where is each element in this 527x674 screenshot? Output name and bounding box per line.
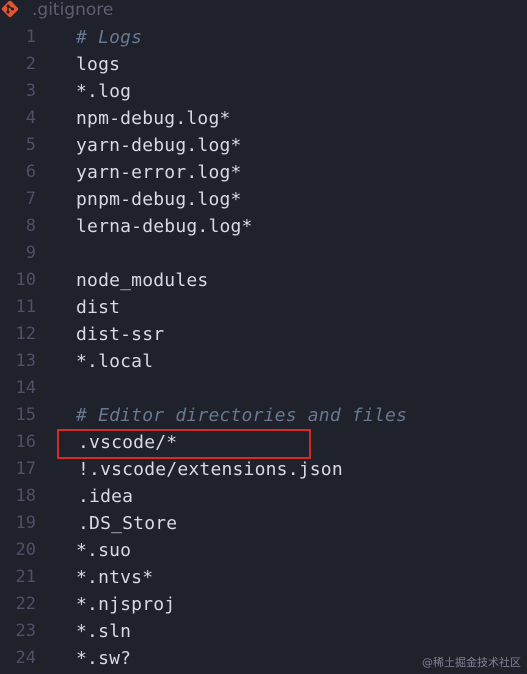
- code-line[interactable]: 3 *.log: [0, 78, 527, 105]
- git-icon: [1, 0, 19, 18]
- code-text: yarn-debug.log*: [76, 135, 242, 156]
- code-text: !.vscode/extensions.json: [78, 459, 343, 480]
- code-line[interactable]: 21 *.ntvs*: [0, 564, 527, 591]
- line-number: 5: [25, 135, 36, 155]
- code-line[interactable]: 10 node_modules: [0, 267, 527, 294]
- code-area[interactable]: 1 # Logs 2 logs 3 *.log 4 npm-debug.log* 5 yarn-d…: [0, 24, 527, 672]
- line-number: 11: [15, 297, 36, 317]
- filename-label[interactable]: .gitignore: [32, 0, 113, 20]
- line-number: 9: [25, 243, 36, 263]
- code-line[interactable]: 1 # Logs: [0, 24, 527, 51]
- file-header: .gitignore: [0, 0, 527, 22]
- code-line[interactable]: 7 pnpm-debug.log*: [0, 186, 527, 213]
- code-text: *.sln: [76, 621, 132, 642]
- line-number: 13: [15, 351, 36, 371]
- code-text: *.suo: [76, 540, 132, 561]
- code-text: lerna-debug.log*: [76, 216, 253, 237]
- line-number: 8: [25, 216, 36, 236]
- code-text: *.njsproj: [76, 594, 176, 615]
- code-text: dist-ssr: [76, 324, 165, 345]
- line-number: 1: [25, 27, 36, 47]
- code-line[interactable]: 13 *.local: [0, 348, 527, 375]
- line-number: 10: [15, 270, 36, 290]
- code-editor: .gitignore 1 # Logs 2 logs 3 *.log 4 npm-debug.…: [0, 0, 527, 674]
- watermark: @稀土掘金技术社区: [422, 656, 521, 669]
- line-number: 17: [15, 459, 36, 479]
- code-text: *.sw?: [76, 648, 132, 669]
- code-line[interactable]: 6 yarn-error.log*: [0, 159, 527, 186]
- code-line[interactable]: 9: [0, 240, 527, 267]
- line-number: 22: [15, 594, 36, 614]
- line-number: 20: [15, 540, 36, 560]
- code-line[interactable]: 15 # Editor directories and files: [0, 402, 527, 429]
- code-line[interactable]: 22 *.njsproj: [0, 591, 527, 618]
- code-line[interactable]: 12 dist-ssr: [0, 321, 527, 348]
- line-number: 3: [25, 81, 36, 101]
- line-number: 14: [15, 378, 36, 398]
- code-text: .idea: [78, 486, 134, 507]
- code-text: pnpm-debug.log*: [76, 189, 242, 210]
- code-line[interactable]: 20 *.suo: [0, 537, 527, 564]
- line-number: 15: [15, 405, 36, 425]
- code-text: *.ntvs*: [76, 567, 154, 588]
- line-number: 7: [25, 189, 36, 209]
- line-number: 16: [15, 432, 36, 452]
- line-number: 6: [25, 162, 36, 182]
- line-number: 2: [25, 54, 36, 74]
- code-line[interactable]: 11 dist: [0, 294, 527, 321]
- line-number: 4: [25, 108, 36, 128]
- code-text: yarn-error.log*: [76, 162, 242, 183]
- code-line[interactable]: 4 npm-debug.log*: [0, 105, 527, 132]
- code-line[interactable]: 8 lerna-debug.log*: [0, 213, 527, 240]
- code-line[interactable]: 5 yarn-debug.log*: [0, 132, 527, 159]
- line-number: 21: [15, 567, 36, 587]
- code-text: logs: [76, 54, 121, 75]
- code-text: dist: [76, 297, 121, 318]
- code-line[interactable]: 2 logs: [0, 51, 527, 78]
- line-number: 24: [15, 648, 36, 668]
- highlight-annotation-box: [57, 429, 311, 459]
- line-number: 19: [15, 513, 36, 533]
- code-text: npm-debug.log*: [76, 108, 231, 129]
- code-text: node_modules: [76, 270, 209, 291]
- code-line[interactable]: 14: [0, 375, 527, 402]
- comment-text: # Logs: [76, 27, 143, 48]
- line-number: 12: [15, 324, 36, 344]
- code-text: .DS_Store: [78, 513, 178, 534]
- code-line[interactable]: 23 *.sln: [0, 618, 527, 645]
- line-number: 23: [15, 621, 36, 641]
- code-text: *.local: [76, 351, 154, 372]
- code-line[interactable]: 19 .DS_Store: [0, 510, 527, 537]
- line-number: 18: [15, 486, 36, 506]
- comment-text: # Editor directories and files: [76, 405, 408, 426]
- code-text: *.log: [76, 81, 132, 102]
- code-line[interactable]: 18 .idea: [0, 483, 527, 510]
- code-line[interactable]: 17 !.vscode/extensions.json: [0, 456, 527, 483]
